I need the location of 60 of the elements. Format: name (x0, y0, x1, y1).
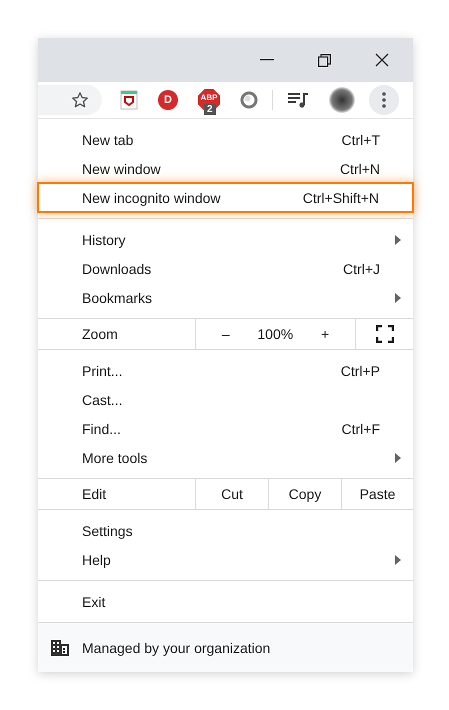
address-bar[interactable] (38, 85, 102, 115)
zoom-level: 100% (257, 326, 294, 342)
zoom-label: Zoom (81, 325, 119, 344)
menu-item-label: More tools (82, 450, 148, 466)
menu-item-label: New window (82, 160, 162, 176)
minimize-icon[interactable] (260, 59, 274, 61)
menu-item[interactable]: New incognito window Ctrl+Shift+N (37, 182, 414, 213)
submenu-arrow-icon (395, 292, 401, 302)
menu-item[interactable]: Help (38, 545, 413, 574)
menu-item[interactable]: Exit (38, 587, 413, 616)
shortcut-label: Ctrl+P (340, 362, 380, 378)
shield-extension-icon[interactable] (120, 90, 138, 110)
shortcut-label: Ctrl+T (342, 132, 380, 148)
submenu-arrow-icon (395, 554, 401, 564)
fullscreen-icon[interactable] (376, 325, 394, 343)
submenu-arrow-icon (395, 452, 401, 462)
menu-item-label: Downloads (82, 260, 152, 276)
menu-item-label: New tab (82, 132, 134, 148)
menu-item[interactable]: More tools (38, 443, 413, 472)
menu-item[interactable]: Downloads Ctrl+J (38, 254, 413, 283)
building-icon (51, 640, 69, 656)
menu-item-label: Find... (82, 420, 122, 436)
media-queue-icon[interactable] (287, 92, 309, 108)
profile-avatar[interactable] (329, 87, 355, 113)
edit-action-button[interactable]: Cut (195, 479, 268, 509)
menu-item-label: Exit (82, 594, 106, 610)
menu-item[interactable]: New tab Ctrl+T (38, 125, 413, 154)
menu-item-label: History (82, 232, 127, 248)
menu-item[interactable]: Settings (38, 516, 413, 545)
edit-action-button[interactable]: Paste (341, 479, 413, 509)
menu-item[interactable]: Cast... (38, 385, 413, 414)
menu-item-label: Bookmarks (82, 290, 154, 306)
edit-label: Edit (81, 485, 108, 504)
managed-text: Managed by your organization (82, 640, 270, 656)
star-icon[interactable] (71, 91, 89, 109)
submenu-arrow-icon (395, 234, 401, 244)
menu-item[interactable]: Find... Ctrl+F (38, 414, 413, 443)
menu-button[interactable] (369, 85, 399, 115)
extension-badge: 2 (204, 104, 216, 115)
extension-icon[interactable]: D (158, 90, 178, 110)
shortcut-label: Ctrl+N (340, 160, 380, 176)
menu-item[interactable]: Bookmarks (38, 283, 413, 312)
shortcut-label: Ctrl+F (342, 420, 380, 436)
menu-item-label: Settings (82, 522, 134, 538)
menu-item-label: Cast... (82, 392, 124, 408)
menu-item[interactable]: History (38, 225, 413, 254)
zoom-out-button[interactable]: – (222, 326, 230, 342)
zoom-in-button[interactable]: + (320, 326, 330, 342)
shortcut-label: Ctrl+Shift+N (302, 190, 379, 206)
edit-action-button[interactable]: Copy (268, 479, 341, 509)
close-icon[interactable] (375, 53, 389, 67)
ring-extension-icon[interactable] (240, 91, 258, 109)
restore-icon[interactable] (318, 54, 331, 66)
menu-item-label: Help (82, 552, 112, 568)
menu-item-label: New incognito window (82, 190, 222, 206)
shortcut-label: Ctrl+J (343, 260, 380, 276)
menu-item[interactable]: Print... Ctrl+P (38, 356, 413, 385)
menu-item[interactable]: New window Ctrl+N (38, 154, 413, 183)
more-icon (382, 92, 386, 108)
menu-item-label: Print... (82, 362, 124, 378)
